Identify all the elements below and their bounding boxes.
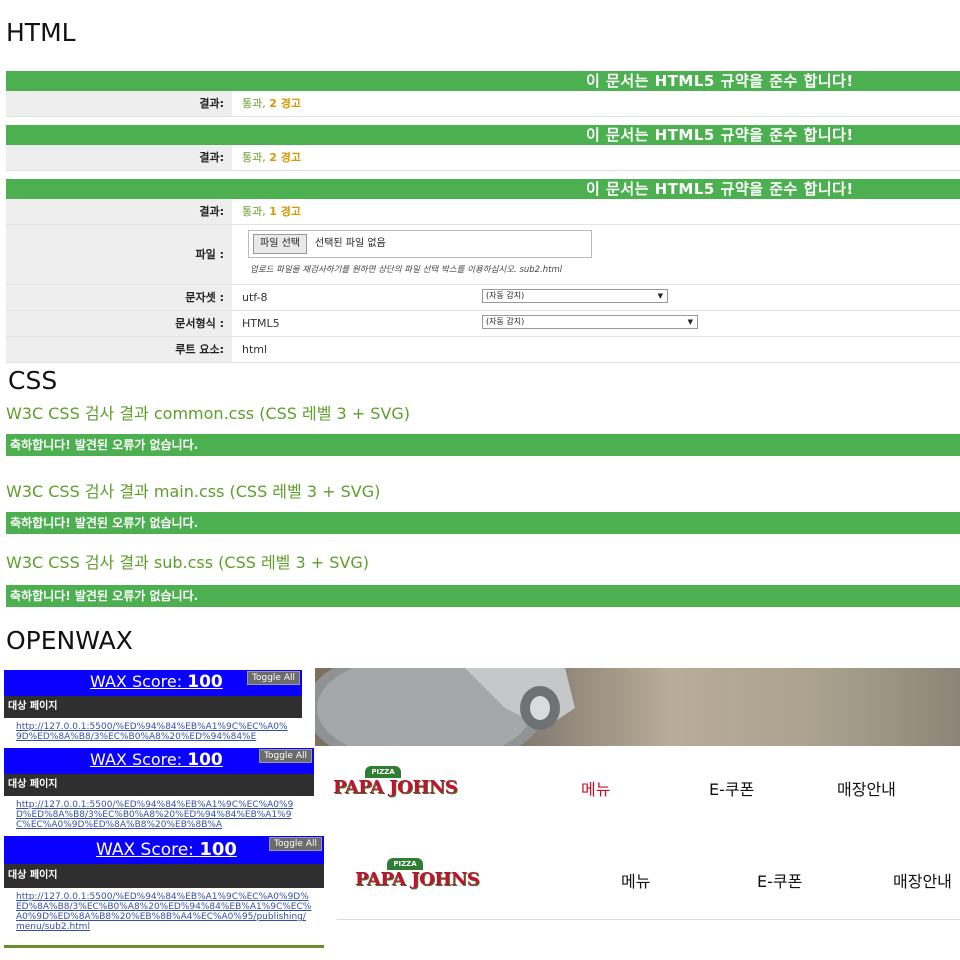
- pass-text: 통과,: [242, 97, 266, 110]
- toggle-all-button[interactable]: Toggle All: [247, 671, 300, 685]
- html-result-block-1: 이 문서는 HTML5 규약을 준수 합니다! 결과: 통과, 2 경고: [6, 71, 960, 117]
- toggle-all-button[interactable]: Toggle All: [269, 837, 322, 851]
- dropdown-arrow-icon: ▼: [687, 318, 693, 326]
- target-page-link[interactable]: http://127.0.0.1:5500/%ED%94%84%EB%A1%9C…: [4, 718, 302, 746]
- root-value: html: [242, 343, 268, 356]
- css-section-title: CSS: [8, 366, 58, 395]
- nav-stores[interactable]: 매장안내: [837, 776, 896, 800]
- css-no-errors-banner: 축하합니다! 발견된 오류가 없습니다.: [6, 512, 960, 534]
- site-header: PIZZA PAPA JOHNS 메뉴 E-쿠폰 매장안내: [337, 836, 960, 920]
- pass-text: 통과,: [242, 205, 266, 218]
- nav-ecoupon[interactable]: E-쿠폰: [757, 868, 802, 892]
- target-page-link[interactable]: http://127.0.0.1:5500/%ED%94%84%EB%A1%9C…: [4, 796, 314, 834]
- target-page-label: 대상 페이지: [4, 864, 324, 888]
- papa-johns-logo[interactable]: PIZZA PAPA JOHNS: [355, 858, 480, 898]
- html-valid-banner: 이 문서는 HTML5 규약을 준수 합니다!: [6, 125, 960, 145]
- css-no-errors-banner: 축하합니다! 발견된 오류가 없습니다.: [6, 434, 960, 456]
- warning-count: 2 경고: [269, 97, 301, 110]
- html-valid-banner: 이 문서는 HTML5 규약을 준수 합니다!: [6, 71, 960, 91]
- doctype-label: 문서형식 :: [6, 311, 232, 336]
- nav-menu[interactable]: 메뉴: [581, 776, 610, 800]
- html-section-title: HTML: [6, 18, 76, 47]
- papa-johns-logo[interactable]: PIZZA PAPA JOHNS: [333, 766, 458, 806]
- html-valid-banner: 이 문서는 HTML5 규약을 준수 합니다!: [6, 179, 960, 199]
- wax-score: WAX Score: 100: [96, 839, 237, 860]
- target-page-label: 대상 페이지: [4, 696, 302, 718]
- css-no-errors-banner: 축하합니다! 발견된 오류가 없습니다.: [6, 585, 960, 607]
- css-result-title-sub: W3C CSS 검사 결과 sub.css (CSS 레벨 3 + SVG): [6, 553, 369, 572]
- wax-score: WAX Score: 100: [90, 672, 223, 692]
- html-result-block-2: 이 문서는 HTML5 규약을 준수 합니다! 결과: 통과, 2 경고: [6, 125, 960, 171]
- dropdown-arrow-icon: ▼: [657, 292, 663, 300]
- nav-ecoupon[interactable]: E-쿠폰: [709, 776, 754, 800]
- file-label: 파일 :: [6, 225, 232, 284]
- nav-menu[interactable]: 메뉴: [621, 868, 650, 892]
- pass-text: 통과,: [242, 151, 266, 164]
- css-result-title-main: W3C CSS 검사 결과 main.css (CSS 레벨 3 + SVG): [6, 482, 381, 501]
- wax-panel: WAX Score: 100 Toggle All 대상 페이지 http://…: [4, 836, 324, 948]
- site-header: PIZZA PAPA JOHNS 메뉴 E-쿠폰 매장안내: [315, 746, 960, 824]
- result-label: 결과:: [6, 199, 232, 224]
- wax-panel: WAX Score: 100 Toggle All 대상 페이지 http://…: [4, 670, 302, 748]
- result-label: 결과:: [6, 145, 232, 170]
- css-result-title-common: W3C CSS 검사 결과 common.css (CSS 레벨 3 + SVG…: [6, 404, 411, 423]
- file-input[interactable]: 파일 선택 선택된 파일 없음: [248, 230, 592, 258]
- choose-file-button[interactable]: 파일 선택: [253, 234, 307, 254]
- file-status: 선택된 파일 없음: [315, 238, 386, 249]
- warning-count: 1 경고: [269, 205, 301, 218]
- target-page-link[interactable]: http://127.0.0.1:5500/%ED%94%84%EB%A1%9C…: [4, 888, 324, 936]
- charset-select[interactable]: (자동 감지) ▼: [482, 289, 668, 303]
- openwax-section-title: OPENWAX: [6, 626, 133, 655]
- charset-select-value: (자동 감지): [486, 291, 525, 300]
- file-hint: 업로드 파일을 재검사하기를 원하면 상단의 파일 선택 박스를 이용하십시오.…: [250, 265, 563, 275]
- warning-count: 2 경고: [269, 151, 301, 164]
- nav-stores[interactable]: 매장안내: [893, 868, 952, 892]
- charset-label: 문자셋 :: [6, 285, 232, 310]
- pizza-cutter-photo: [315, 668, 960, 746]
- doctype-select-value: (자동 감지): [486, 317, 525, 326]
- doctype-select[interactable]: (자동 감지) ▼: [482, 315, 698, 329]
- result-label: 결과:: [6, 91, 232, 116]
- wax-panel: WAX Score: 100 Toggle All 대상 페이지 http://…: [4, 748, 314, 834]
- wax-score: WAX Score: 100: [90, 750, 223, 770]
- target-page-label: 대상 페이지: [4, 774, 314, 796]
- root-label: 루트 요소:: [6, 337, 232, 362]
- toggle-all-button[interactable]: Toggle All: [259, 749, 312, 763]
